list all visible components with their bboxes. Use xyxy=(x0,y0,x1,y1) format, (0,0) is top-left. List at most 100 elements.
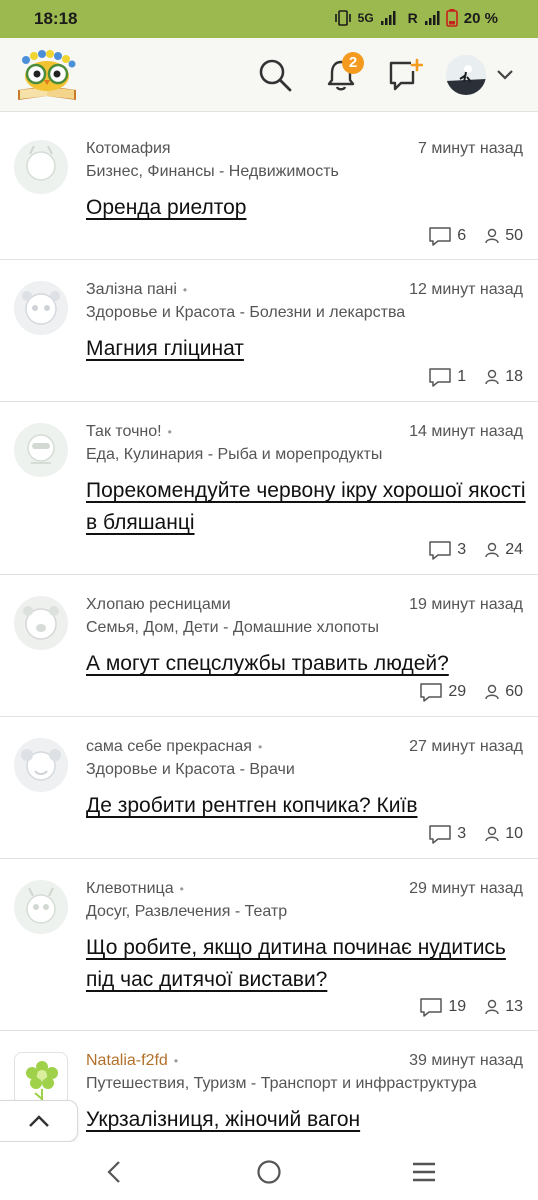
list-item[interactable]: Хлопаю ресницами 19 минут назад Семья, Д… xyxy=(0,576,538,717)
post-category[interactable]: Здоровье и Красота - Врачи xyxy=(86,761,526,779)
new-message-icon xyxy=(389,58,423,91)
menu-lines-icon xyxy=(413,1162,435,1182)
home-icon xyxy=(257,1160,281,1184)
list-item[interactable]: Так точно! • 14 минут назад Еда, Кулинари… xyxy=(0,403,538,575)
network-type: 5G xyxy=(357,11,374,25)
post-stats: 3 24 xyxy=(428,539,523,561)
post-title[interactable]: Укрзалізниця, жіночий вагон xyxy=(86,1104,526,1136)
search-button[interactable] xyxy=(252,52,298,98)
avatar[interactable] xyxy=(14,140,68,194)
post-title[interactable]: Магния гліцинат xyxy=(86,333,526,365)
owl-book-logo-icon[interactable] xyxy=(14,46,80,104)
separator-dot: • xyxy=(167,424,172,439)
user-icon xyxy=(485,228,499,244)
avatar[interactable] xyxy=(14,596,68,650)
status-time: 18:18 xyxy=(34,9,78,28)
battery-level: 20 % xyxy=(463,9,498,27)
avatar xyxy=(446,55,486,95)
view-count: 13 xyxy=(484,998,523,1016)
post-stats: 6 50 xyxy=(428,225,523,247)
back-button[interactable] xyxy=(94,1154,134,1190)
post-author[interactable]: Хлопаю ресницами xyxy=(86,596,231,614)
avatar[interactable] xyxy=(14,880,68,934)
post-author[interactable]: Клевотница • xyxy=(86,880,184,898)
home-button[interactable] xyxy=(249,1154,289,1190)
scroll-to-top-button[interactable] xyxy=(0,1100,78,1142)
post-author[interactable]: сама себе прекрасная • xyxy=(86,738,262,756)
view-count: 60 xyxy=(484,683,523,701)
avatar[interactable] xyxy=(14,281,68,335)
new-message-button[interactable] xyxy=(382,52,428,98)
comment-icon xyxy=(429,368,452,387)
post-title[interactable]: Де зробити рентген копчика? Київ xyxy=(86,790,526,822)
post-author[interactable]: Котомафия xyxy=(86,140,171,158)
post-time: 12 минут назад xyxy=(409,281,523,298)
comment-icon xyxy=(429,541,452,560)
view-count: 24 xyxy=(484,541,523,559)
post-title[interactable]: Оренда риелтор xyxy=(86,192,526,224)
list-item[interactable]: сама себе прекрасная • 27 минут назад Здо… xyxy=(0,718,538,859)
signal-icon xyxy=(380,11,396,25)
separator-dot: • xyxy=(182,282,188,297)
list-item[interactable]: Natalia-f2fd • 39 минут назад Путешествия… xyxy=(0,1032,538,1142)
search-icon xyxy=(259,59,292,92)
separator-dot: • xyxy=(257,739,263,754)
view-count: 18 xyxy=(484,368,523,386)
avatar[interactable] xyxy=(14,738,68,792)
user-icon xyxy=(485,826,499,842)
post-category[interactable]: Бизнес, Финансы - Недвижимость xyxy=(86,163,526,181)
recent-apps-button[interactable] xyxy=(404,1154,444,1190)
post-author[interactable]: Так точно! • xyxy=(86,423,172,441)
view-count: 50 xyxy=(484,227,523,245)
comment-count: 3 xyxy=(428,823,466,845)
vibrate-icon xyxy=(334,10,351,26)
system-nav-bar xyxy=(0,1142,538,1200)
status-indicators: 5G R 20 % xyxy=(334,9,498,27)
comment-icon xyxy=(420,998,443,1017)
comment-count: 19 xyxy=(419,996,466,1018)
post-category[interactable]: Семья, Дом, Дети - Домашние хлопоты xyxy=(86,619,526,637)
separator-dot: • xyxy=(179,881,184,896)
view-count: 10 xyxy=(484,825,523,843)
comment-count: 6 xyxy=(428,225,466,247)
user-icon xyxy=(485,999,499,1015)
post-time: 39 минут назад xyxy=(409,1052,523,1069)
chevron-down-icon xyxy=(497,70,513,80)
notifications-button[interactable]: 2 xyxy=(318,52,364,98)
list-item[interactable]: Котомафия 7 минут назад Бизнес, Финансы … xyxy=(0,120,538,260)
comment-icon xyxy=(429,825,452,844)
post-stats: 29 60 xyxy=(419,681,523,703)
list-item[interactable]: Клевотница • 29 минут назад Досуг, Развле… xyxy=(0,860,538,1031)
post-title[interactable]: А могут спецслужбы травить людей? xyxy=(86,648,526,680)
app-header: 2 xyxy=(0,38,538,112)
comment-count: 3 xyxy=(428,539,466,561)
post-category[interactable]: Здоровье и Красота - Болезни и лекарства xyxy=(86,304,526,322)
profile-menu-button[interactable] xyxy=(446,54,522,96)
signal-icon-2 xyxy=(424,11,440,25)
chevron-up-icon xyxy=(28,1115,49,1127)
post-category[interactable]: Досуг, Развлечения - Театр xyxy=(86,903,526,921)
back-icon xyxy=(107,1161,120,1183)
post-time: 7 минут назад xyxy=(417,140,523,157)
comment-icon xyxy=(420,683,443,702)
comment-count: 29 xyxy=(419,681,466,703)
user-icon xyxy=(485,542,499,558)
status-bar: 18:18 5G R 20 % xyxy=(0,0,538,38)
post-time: 14 минут назад xyxy=(409,423,523,440)
list-item[interactable]: Залізна пані • 12 минут назад Здоровье и … xyxy=(0,261,538,402)
post-author[interactable]: Natalia-f2fd • xyxy=(86,1052,178,1070)
post-author[interactable]: Залізна пані • xyxy=(86,281,187,299)
post-category[interactable]: Путешествия, Туризм - Транспорт и инфрас… xyxy=(86,1075,526,1093)
post-category[interactable]: Еда, Кулинария - Рыба и морепродукты xyxy=(86,446,526,464)
roaming-indicator: R xyxy=(407,10,418,26)
post-time: 29 минут назад xyxy=(409,880,523,897)
post-stats: 19 13 xyxy=(419,996,523,1018)
user-icon xyxy=(485,684,499,700)
user-icon xyxy=(485,369,499,385)
comment-count: 1 xyxy=(428,366,466,388)
post-title[interactable]: Що робите, якщо дитина починає нудитись … xyxy=(86,932,526,996)
avatar[interactable] xyxy=(14,423,68,477)
post-title[interactable]: Порекомендуйте червону ікру хорошої якос… xyxy=(86,475,526,539)
battery-icon xyxy=(445,9,458,27)
avatar[interactable] xyxy=(14,1052,68,1106)
